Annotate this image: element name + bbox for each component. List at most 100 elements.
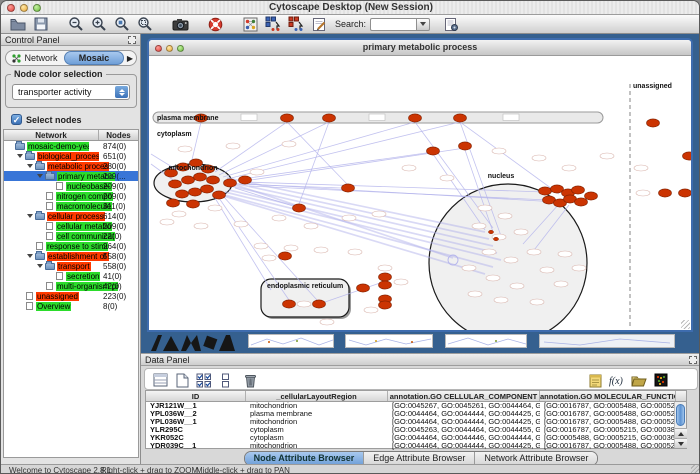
tree-item[interactable]: nitrogen compo209(0) bbox=[4, 191, 138, 201]
table-row[interactable]: YJR121W__1mitochondrion[GO:0045267, GO:0… bbox=[146, 402, 686, 410]
tree-item[interactable]: mosaic-demo-yeast874(0) bbox=[4, 141, 138, 151]
graph-node[interactable] bbox=[409, 114, 422, 122]
help-icon[interactable] bbox=[206, 16, 224, 33]
save-session-icon[interactable] bbox=[32, 16, 50, 33]
new-attribute-icon[interactable] bbox=[173, 371, 191, 389]
delete-attribute-icon[interactable] bbox=[241, 371, 259, 389]
import-attributes-icon[interactable] bbox=[630, 371, 648, 389]
graph-node[interactable] bbox=[647, 119, 660, 127]
tree-item[interactable]: cell communicat22(0) bbox=[4, 231, 138, 241]
float-panel-icon[interactable] bbox=[689, 356, 697, 364]
table-column-header[interactable]: annotation.GO CELLULAR_COMPONENT bbox=[388, 391, 540, 401]
table-column-header[interactable]: annotation.GO MOLECULAR_FUNCTION bbox=[540, 391, 676, 401]
tree-item[interactable]: biological_process651(0) bbox=[4, 151, 138, 161]
graph-node-small[interactable] bbox=[488, 230, 493, 234]
search-dropdown-button[interactable] bbox=[416, 18, 430, 31]
expand-triangle-icon[interactable] bbox=[37, 174, 43, 178]
expand-triangle-icon[interactable] bbox=[17, 154, 23, 158]
annotation-icon[interactable] bbox=[310, 16, 328, 33]
graph-node[interactable] bbox=[379, 273, 392, 281]
window-titlebar[interactable]: Cytoscape Desktop (New Session) bbox=[1, 1, 700, 15]
table-row[interactable]: YLR295Ccytoplasm[GO:0045263, GO:0044464,… bbox=[146, 426, 686, 434]
network-canvas[interactable]: plasma membranecytoplasmmitochondrionnuc… bbox=[149, 56, 691, 330]
tree-item[interactable]: nucleobase-209(0) bbox=[4, 181, 138, 191]
tree-item[interactable]: unassigned223(0) bbox=[4, 291, 138, 301]
table-column-header[interactable]: ID bbox=[146, 391, 246, 401]
graph-node[interactable] bbox=[167, 199, 180, 207]
graph-node[interactable] bbox=[379, 301, 392, 309]
formula-builder-icon[interactable]: f(x) bbox=[608, 371, 626, 389]
tab-overflow-arrow[interactable]: ▶ bbox=[124, 54, 136, 63]
graph-node[interactable] bbox=[169, 180, 182, 188]
table-row[interactable]: YDR039C__1mitochondrion[GO:0044464, GO:0… bbox=[146, 442, 686, 450]
graph-node[interactable] bbox=[585, 192, 598, 200]
tab-network[interactable]: Network bbox=[6, 51, 64, 65]
scroll-up-icon[interactable] bbox=[675, 428, 687, 438]
graph-node[interactable] bbox=[207, 176, 220, 184]
network-window-titlebar[interactable]: primary metabolic process bbox=[149, 40, 691, 56]
node-color-dropdown[interactable]: transporter activity bbox=[12, 84, 130, 100]
table-row[interactable]: YKR052Ccytoplasm[GO:0044464, GO:0044446,… bbox=[146, 434, 686, 442]
attribute-table-icon[interactable] bbox=[151, 371, 169, 389]
tree-item[interactable]: Overview8(0) bbox=[4, 301, 138, 311]
background-window-preview[interactable] bbox=[539, 334, 675, 348]
tab-mosaic[interactable]: Mosaic bbox=[64, 51, 124, 65]
window-resize-grip[interactable] bbox=[681, 320, 690, 329]
tree-item[interactable]: primary metabo209(... bbox=[4, 171, 138, 181]
graph-node[interactable] bbox=[342, 184, 355, 192]
float-panel-icon[interactable] bbox=[128, 36, 136, 44]
notepad-icon[interactable] bbox=[586, 371, 604, 389]
layout-blue-icon[interactable] bbox=[264, 16, 282, 33]
snapshot-icon[interactable] bbox=[171, 16, 189, 33]
background-window-preview[interactable] bbox=[345, 334, 433, 348]
graph-node[interactable] bbox=[201, 185, 214, 193]
graph-node[interactable] bbox=[659, 189, 672, 197]
tree-item[interactable]: metabolic process280(0) bbox=[4, 161, 138, 171]
select-nodes-checkbox[interactable]: ✓ bbox=[11, 114, 22, 125]
zoom-selected-icon[interactable] bbox=[113, 16, 131, 33]
zoom-fit-icon[interactable] bbox=[136, 16, 154, 33]
graph-node[interactable] bbox=[281, 114, 294, 122]
tree-item[interactable]: transport558(0) bbox=[4, 261, 138, 271]
data-panel-header[interactable]: Data Panel bbox=[141, 354, 700, 366]
table-column-header[interactable]: _cellularLayoutRegion bbox=[246, 391, 388, 401]
tree-item[interactable]: macromolecule311(0) bbox=[4, 201, 138, 211]
graph-node[interactable] bbox=[572, 186, 585, 194]
app-resize-grip[interactable] bbox=[691, 465, 700, 474]
heatmap-icon[interactable] bbox=[652, 371, 670, 389]
expand-triangle-icon[interactable] bbox=[37, 264, 43, 268]
graph-node[interactable] bbox=[679, 189, 692, 197]
graph-node[interactable] bbox=[176, 190, 189, 198]
control-panel-header[interactable]: Control Panel bbox=[1, 34, 140, 46]
tree-item[interactable]: multi-organism pro42(0) bbox=[4, 281, 138, 291]
graph-node[interactable] bbox=[313, 300, 326, 308]
graph-node[interactable] bbox=[279, 252, 292, 260]
graph-node[interactable] bbox=[427, 147, 440, 155]
search-options-icon[interactable] bbox=[442, 16, 460, 33]
table-row[interactable]: YPL036W__1mitochondrion[GO:0044464, GO:0… bbox=[146, 418, 686, 426]
graph-node[interactable] bbox=[539, 187, 552, 195]
network-overview-icon[interactable] bbox=[241, 16, 259, 33]
graph-node[interactable] bbox=[357, 284, 370, 292]
search-input[interactable] bbox=[370, 18, 416, 31]
scrollbar-thumb[interactable] bbox=[676, 404, 685, 426]
open-session-icon[interactable] bbox=[9, 16, 27, 33]
select-attributes-icon[interactable] bbox=[195, 371, 213, 389]
zoom-in-icon[interactable] bbox=[90, 16, 108, 33]
graph-node[interactable] bbox=[187, 200, 200, 208]
graph-node[interactable] bbox=[454, 114, 467, 122]
zoom-out-icon[interactable] bbox=[67, 16, 85, 33]
unselect-attributes-icon[interactable] bbox=[217, 371, 235, 389]
graph-node[interactable] bbox=[575, 198, 588, 206]
tree-item[interactable]: secretion41(0) bbox=[4, 271, 138, 281]
scroll-down-icon[interactable] bbox=[675, 438, 687, 448]
tree-item[interactable]: cellular metabo209(0) bbox=[4, 221, 138, 231]
tree-item[interactable]: response to stimulu264(0) bbox=[4, 241, 138, 251]
graph-node-small[interactable] bbox=[493, 237, 498, 241]
graph-node[interactable] bbox=[459, 142, 472, 150]
graph-node[interactable] bbox=[194, 173, 207, 181]
graph-node[interactable] bbox=[323, 114, 336, 122]
tree-item[interactable]: cellular process614(0) bbox=[4, 211, 138, 221]
table-scrollbar[interactable] bbox=[674, 402, 686, 448]
tree-item[interactable]: establishment of lo558(0) bbox=[4, 251, 138, 261]
